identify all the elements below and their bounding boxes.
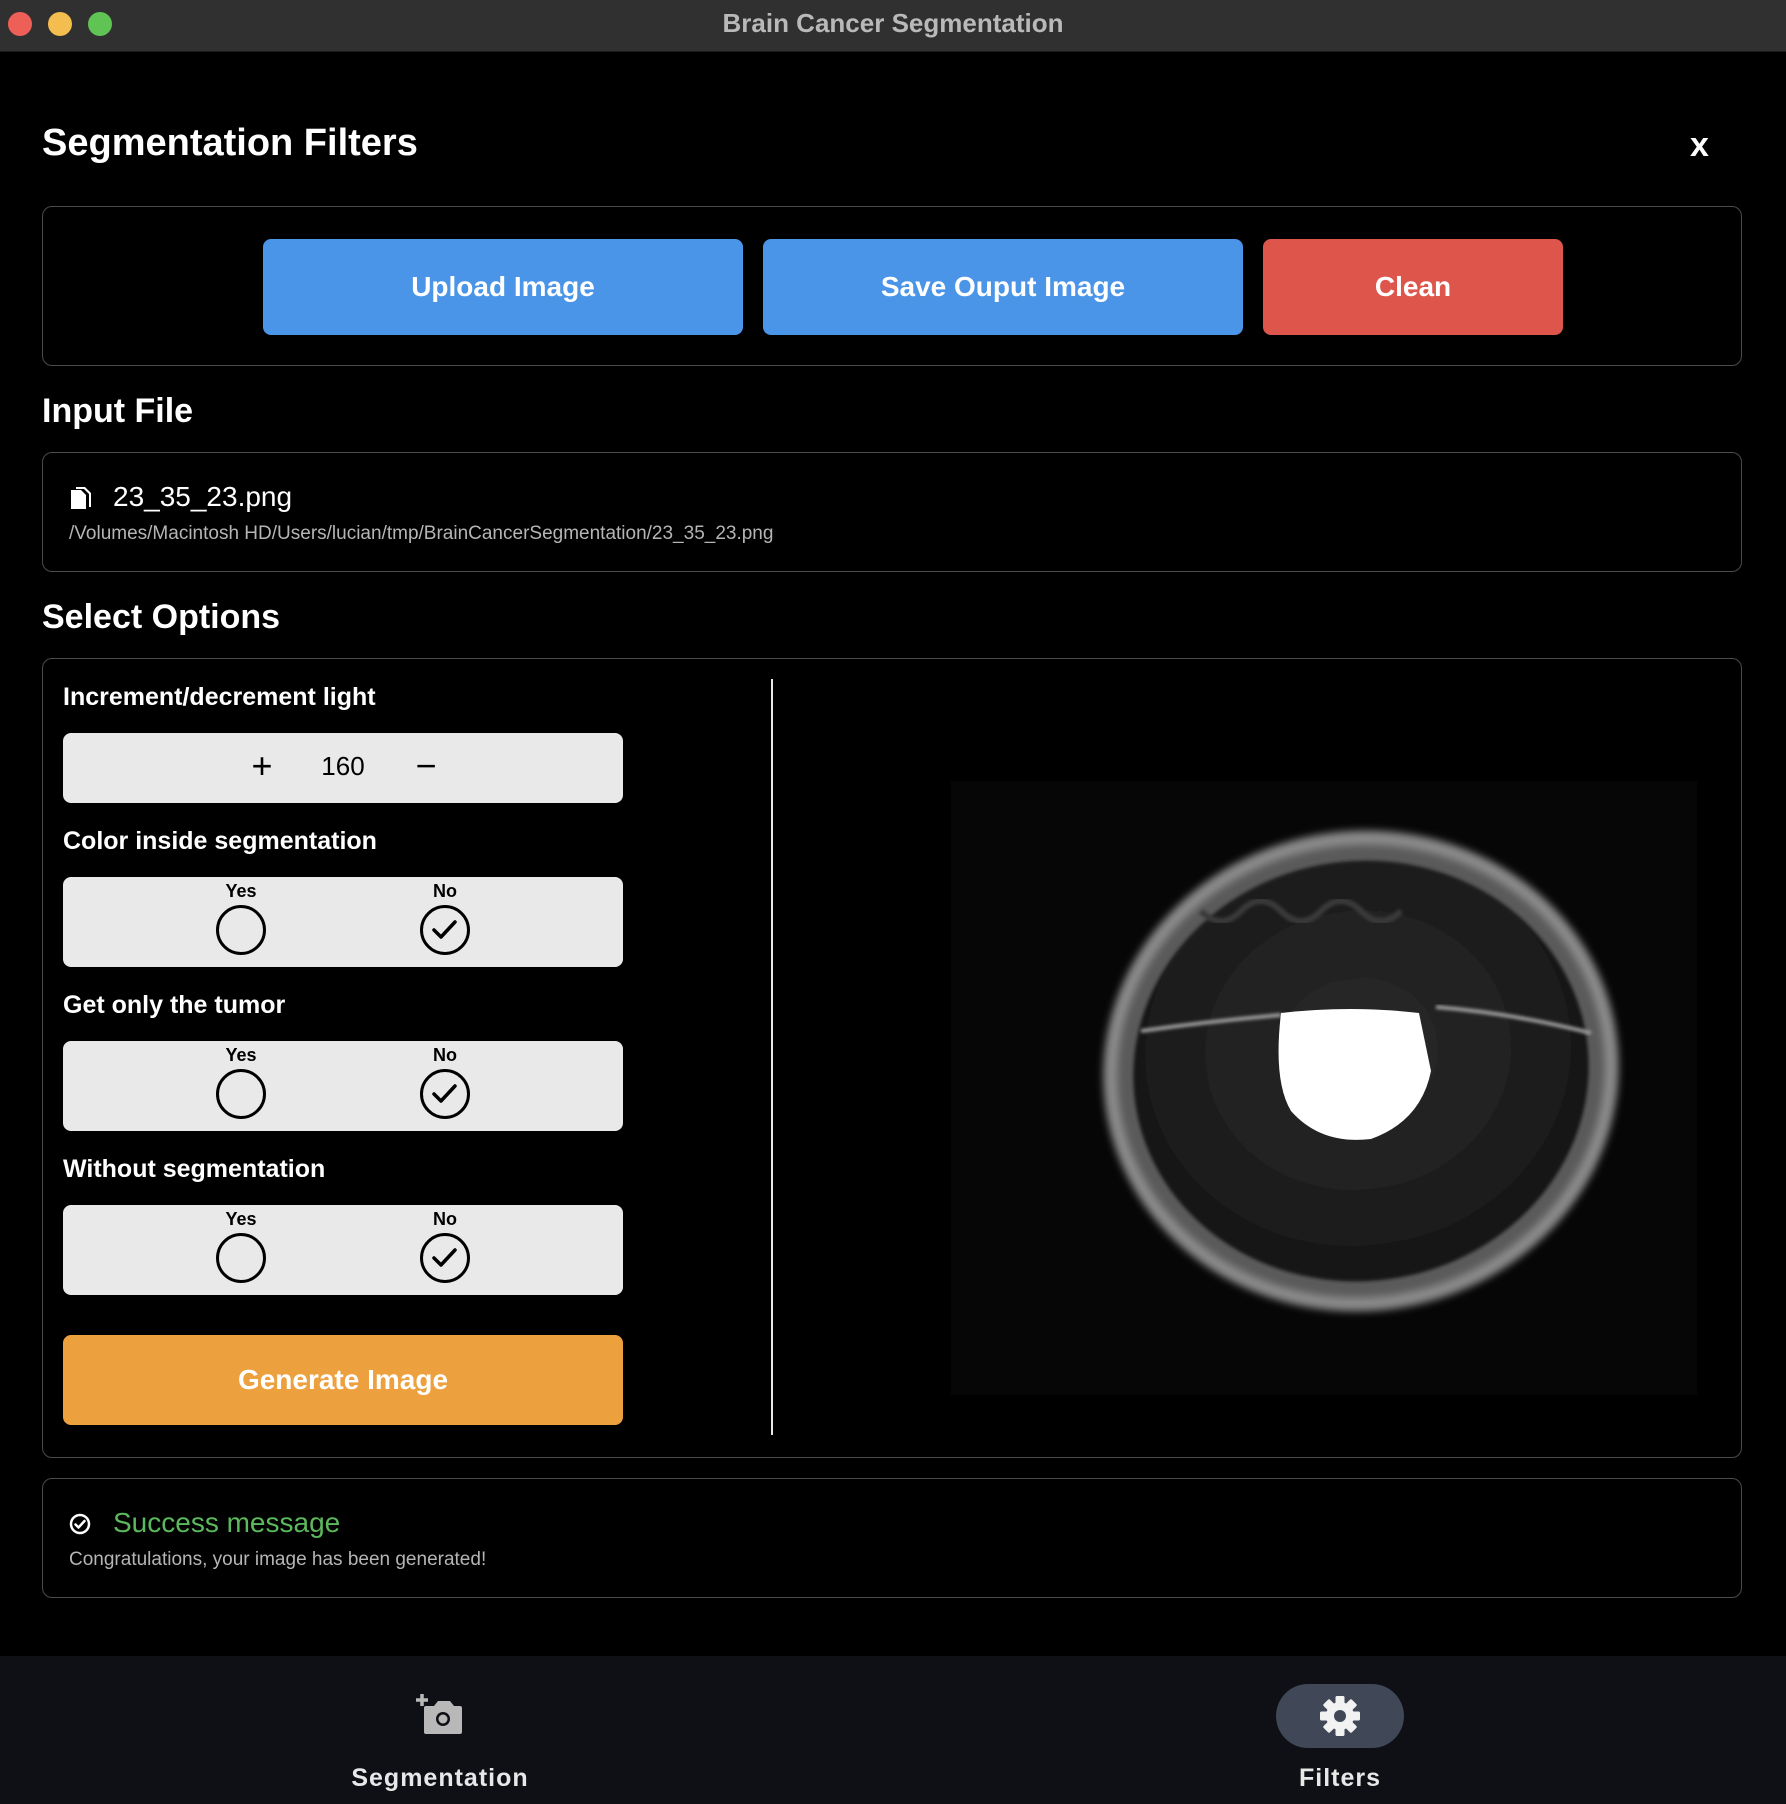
bottom-navigation: Segmentation Filters xyxy=(0,1656,1786,1804)
nav-item-segmentation[interactable]: Segmentation xyxy=(300,1656,580,1804)
color-inside-no-radio[interactable] xyxy=(420,905,470,955)
color-inside-yes-radio[interactable] xyxy=(216,905,266,955)
nav-label-filters: Filters xyxy=(1298,1764,1382,1792)
increment-button[interactable]: + xyxy=(247,745,277,787)
light-value: 160 xyxy=(321,751,365,781)
check-icon xyxy=(432,920,457,939)
color-inside-no-label: No xyxy=(433,881,457,901)
light-stepper: + 160 − xyxy=(63,733,623,803)
close-button[interactable]: x xyxy=(1690,126,1709,165)
message-panel: Success message Congratulations, your im… xyxy=(42,1478,1742,1598)
actions-panel: Upload Image Save Ouput Image Clean xyxy=(42,206,1742,366)
without-seg-yes-radio[interactable] xyxy=(216,1233,266,1283)
select-options-heading: Select Options xyxy=(42,598,281,636)
clean-button[interactable]: Clean xyxy=(1263,239,1563,335)
nav-label-segmentation: Segmentation xyxy=(351,1764,529,1792)
color-inside-yes-label: Yes xyxy=(225,881,257,901)
upload-image-button[interactable]: Upload Image xyxy=(263,239,743,335)
generate-image-button[interactable]: Generate Image xyxy=(63,1335,623,1425)
only-tumor-label: Get only the tumor xyxy=(63,991,286,1019)
input-file-heading: Input File xyxy=(42,392,194,430)
color-inside-label: Color inside segmentation xyxy=(63,827,377,855)
file-copy-icon xyxy=(71,487,91,509)
vertical-divider xyxy=(771,679,773,1435)
output-image xyxy=(951,781,1697,1395)
decrement-button[interactable]: − xyxy=(411,745,441,787)
check-circle-icon xyxy=(69,1513,91,1535)
without-seg-yes-label: Yes xyxy=(225,1209,257,1229)
light-label: Increment/decrement light xyxy=(63,683,376,711)
without-segmentation-radio-group: Yes No xyxy=(63,1205,623,1295)
message-text: Congratulations, your image has been gen… xyxy=(69,1549,487,1570)
save-output-image-button[interactable]: Save Ouput Image xyxy=(763,239,1243,335)
brain-scan-image xyxy=(951,781,1697,1395)
without-segmentation-label: Without segmentation xyxy=(63,1155,326,1183)
add-camera-icon xyxy=(416,1694,462,1734)
only-tumor-no-radio[interactable] xyxy=(420,1069,470,1119)
color-inside-radio-group: Yes No xyxy=(63,877,623,967)
only-tumor-yes-radio[interactable] xyxy=(216,1069,266,1119)
gear-icon xyxy=(1320,1696,1360,1736)
only-tumor-no-label: No xyxy=(433,1045,457,1065)
page-title: Segmentation Filters xyxy=(42,122,418,164)
only-tumor-radio-group: Yes No xyxy=(63,1041,623,1131)
window-title: Brain Cancer Segmentation xyxy=(722,8,1064,38)
file-path: /Volumes/Macintosh HD/Users/lucian/tmp/B… xyxy=(69,523,774,544)
message-title: Success message xyxy=(113,1507,341,1538)
options-panel: Increment/decrement light + 160 − Color … xyxy=(42,658,1742,1458)
check-icon xyxy=(432,1084,457,1103)
without-seg-no-radio[interactable] xyxy=(420,1233,470,1283)
nav-item-filters[interactable]: Filters xyxy=(1200,1656,1480,1804)
file-name: 23_35_23.png xyxy=(113,481,293,512)
check-icon xyxy=(432,1248,457,1267)
input-file-panel: 23_35_23.png /Volumes/Macintosh HD/Users… xyxy=(42,452,1742,572)
window-titlebar: Brain Cancer Segmentation xyxy=(0,0,1786,52)
only-tumor-yes-label: Yes xyxy=(225,1045,257,1065)
without-seg-no-label: No xyxy=(433,1209,457,1229)
